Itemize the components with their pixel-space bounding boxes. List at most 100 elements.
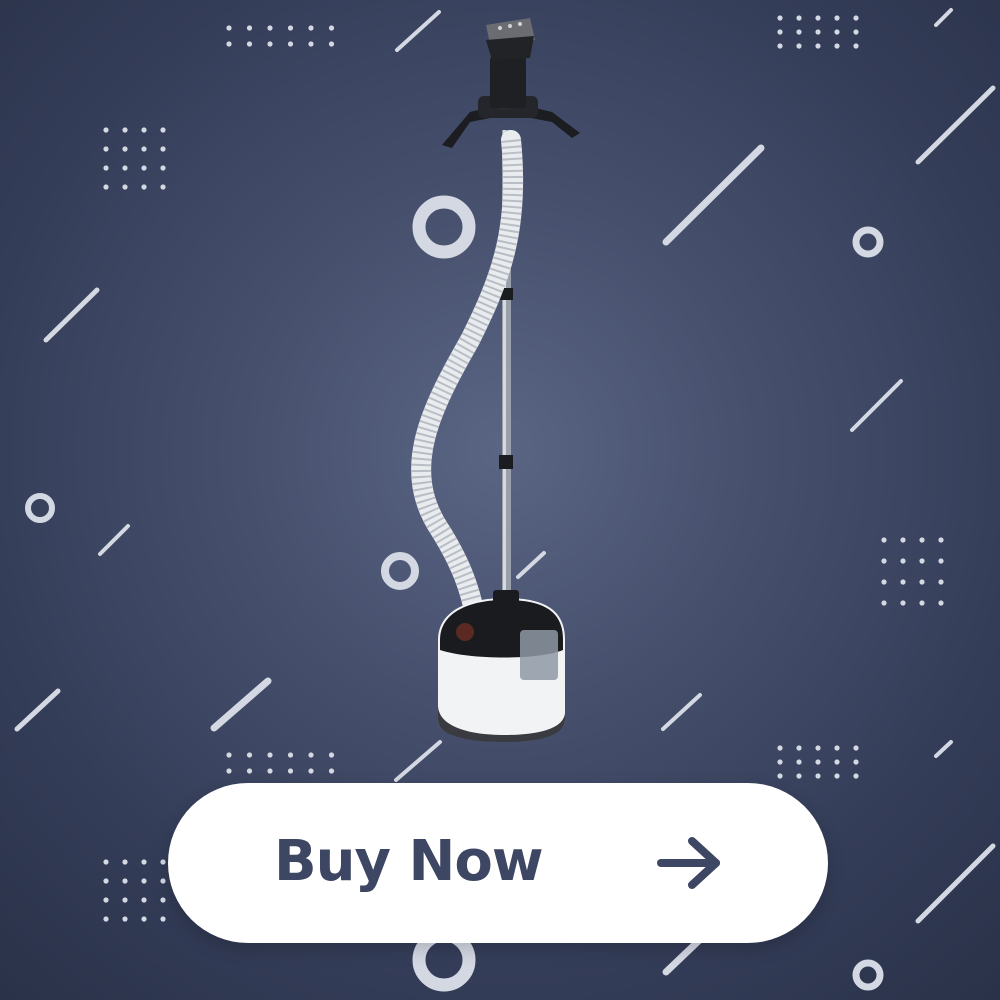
decor-dot [796, 745, 802, 751]
decor-dot [103, 146, 109, 152]
decor-dot [122, 127, 128, 133]
decor-dot [777, 745, 783, 751]
decor-dot [308, 768, 314, 774]
decor-dot [103, 916, 109, 922]
decor-dot [881, 600, 887, 606]
buy-now-label: Buy Now [274, 829, 544, 894]
decor-dot [103, 859, 109, 865]
decor-dot [881, 537, 887, 543]
decor-dot [160, 878, 166, 884]
decor-dot [122, 878, 128, 884]
decor-dot [103, 127, 109, 133]
decor-dot [141, 878, 147, 884]
decor-dot [777, 29, 783, 35]
decor-dot [122, 146, 128, 152]
decor-dot [141, 916, 147, 922]
decor-dot [160, 897, 166, 903]
decor-dot [267, 768, 273, 774]
decor-dot [796, 15, 802, 21]
decor-dot [103, 878, 109, 884]
decor-dot [246, 25, 253, 31]
decor-dot [853, 759, 859, 765]
decor-dot [900, 579, 906, 585]
decor-dot [246, 752, 253, 758]
decor-dot [141, 859, 147, 865]
decor-dot [103, 184, 109, 190]
decor-dot [160, 127, 166, 133]
decor-dot [287, 752, 294, 758]
decor-dot [900, 600, 906, 606]
decor-dot [328, 41, 335, 47]
decor-dot [938, 558, 944, 564]
decor-dot [853, 29, 859, 35]
decor-dot [308, 752, 314, 758]
decor-dot [853, 43, 859, 49]
decor-dot [122, 184, 128, 190]
decor-dot [777, 759, 783, 765]
decor-dot [853, 15, 859, 21]
decor-dot [160, 916, 166, 922]
decor-dot [141, 897, 147, 903]
decor-dot [796, 43, 802, 49]
decor-dot [919, 558, 925, 564]
decor-dot [141, 127, 147, 133]
decor-dot [919, 579, 925, 585]
decor-dot [287, 768, 294, 774]
decor-dot [777, 43, 783, 49]
decor-dot [796, 29, 802, 35]
decor-dot [938, 600, 944, 606]
decor-dot [160, 184, 166, 190]
decor-dot [328, 768, 335, 774]
decor-dot [267, 25, 273, 31]
decor-dot [834, 759, 840, 765]
decor-dot [267, 41, 273, 47]
decor-dot [226, 768, 232, 774]
decor-dot [938, 579, 944, 585]
decor-dot [815, 745, 821, 751]
garment-steamer-image [411, 18, 580, 742]
decor-dot [796, 759, 802, 765]
decor-dot [287, 41, 294, 47]
decor-dot [777, 15, 783, 21]
decor-dot [815, 773, 821, 779]
decor-dot [122, 859, 128, 865]
decor-dot [287, 25, 294, 31]
decor-dot [938, 537, 944, 543]
buy-now-button[interactable]: Buy Now [168, 783, 828, 943]
decor-dot [834, 29, 840, 35]
decor-dot [160, 146, 166, 152]
decor-dot [777, 773, 783, 779]
decor-dot [160, 165, 166, 171]
decor-dot [141, 184, 147, 190]
decor-dot [308, 41, 314, 47]
decor-dot [308, 25, 314, 31]
decor-dot [328, 752, 335, 758]
decor-dot [103, 897, 109, 903]
decor-dot [900, 558, 906, 564]
ad-banner: Buy Now [0, 0, 1000, 1000]
decor-dot [919, 537, 925, 543]
decor-dot [328, 25, 335, 31]
decor-dot [815, 759, 821, 765]
decor-dot [267, 752, 273, 758]
decor-dot [796, 773, 802, 779]
decor-dot [881, 558, 887, 564]
decor-dot [815, 29, 821, 35]
decor-dot [141, 165, 147, 171]
decor-dot [226, 41, 232, 47]
decor-dot [246, 41, 253, 47]
decor-dot [122, 165, 128, 171]
decor-dot [919, 600, 925, 606]
decor-dot [853, 773, 859, 779]
decor-dot [160, 859, 166, 865]
decor-dot [853, 745, 859, 751]
decor-dot [834, 745, 840, 751]
decor-dot [815, 15, 821, 21]
decor-dot [815, 43, 821, 49]
decor-dot [122, 916, 128, 922]
decor-dot [900, 537, 906, 543]
decor-dot [226, 25, 232, 31]
decor-dot [834, 43, 840, 49]
decor-dot [141, 146, 147, 152]
decor-dot [834, 773, 840, 779]
